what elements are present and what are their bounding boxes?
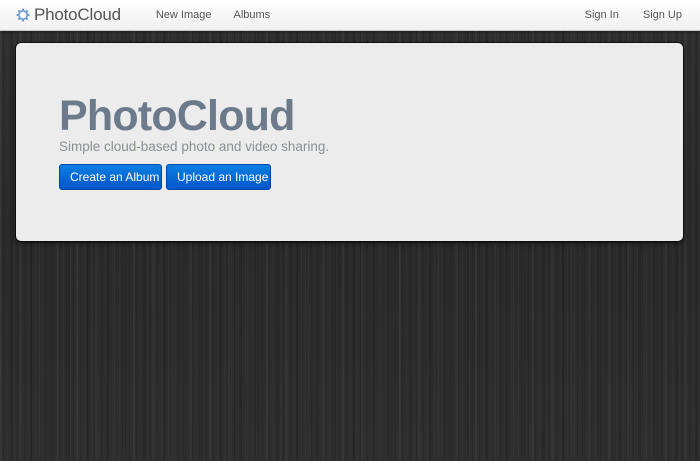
create-album-button[interactable]: Create an Album — [59, 164, 162, 190]
upload-image-button[interactable]: Upload an Image — [166, 164, 271, 190]
hero-panel: PhotoCloud Simple cloud-based photo and … — [16, 43, 683, 241]
nav-link-sign-up[interactable]: Sign Up — [631, 0, 694, 31]
brand-link[interactable]: PhotoCloud — [16, 5, 121, 25]
nav-link-new-image[interactable]: New Image — [145, 0, 223, 31]
hero-title: PhotoCloud — [59, 92, 295, 140]
nav-link-albums[interactable]: Albums — [222, 0, 281, 31]
cloud-gear-icon — [16, 8, 30, 22]
nav-link-sign-in[interactable]: Sign In — [573, 0, 631, 31]
hero-subtitle: Simple cloud-based photo and video shari… — [59, 139, 330, 154]
account-nav: Sign In Sign Up — [573, 0, 694, 31]
primary-nav: New Image Albums — [145, 0, 281, 31]
brand-name: PhotoCloud — [34, 5, 121, 24]
top-navbar: PhotoCloud New Image Albums Sign In Sign… — [0, 0, 700, 31]
